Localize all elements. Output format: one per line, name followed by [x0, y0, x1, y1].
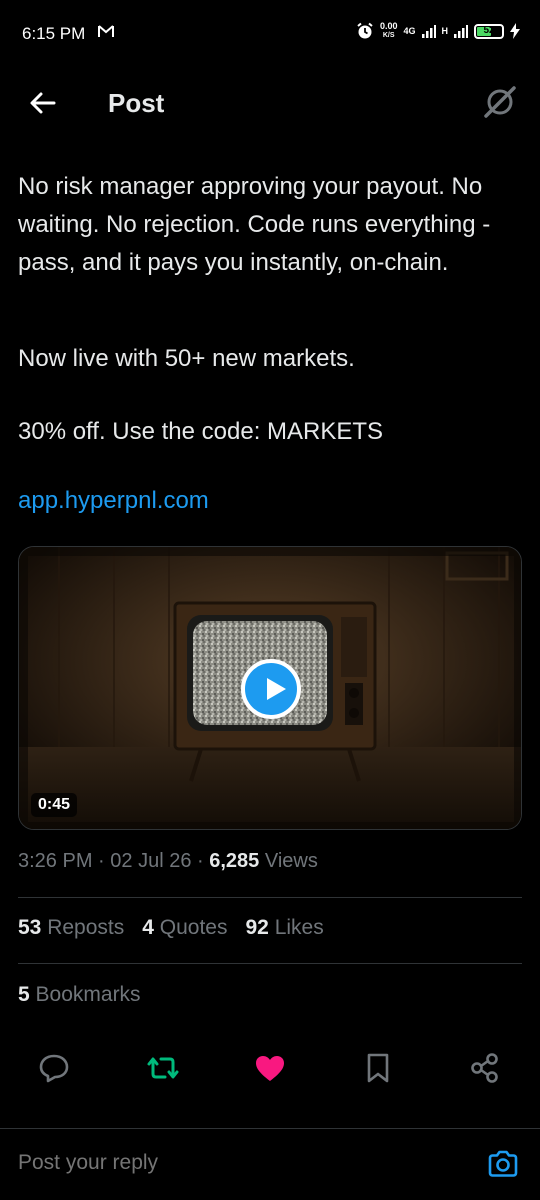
views-label: Views: [264, 850, 318, 872]
reply-icon[interactable]: [36, 1050, 72, 1086]
separator: ·: [197, 850, 210, 872]
divider: [18, 897, 522, 898]
engagement-stats: 53 Reposts 4 Quotes 92 Likes: [18, 916, 324, 940]
post-text-paragraph: 30% off. Use the code: MARKETS: [18, 418, 384, 445]
play-button[interactable]: [241, 659, 301, 719]
status-right: 0.00 K/S 4G H 52: [356, 22, 520, 40]
network-speed: 0.00 K/S: [379, 21, 398, 40]
divider: [18, 963, 522, 964]
quotes-stat[interactable]: 4 Quotes: [142, 916, 227, 940]
views-count: 6,285: [209, 850, 260, 872]
post-meta: 3:26 PM · 02 Jul 26 · 6,285 Views: [18, 850, 318, 873]
reposts-stat[interactable]: 53 Reposts: [18, 916, 124, 940]
battery-icon: 52: [474, 23, 504, 39]
post-date: 02 Jul 26: [110, 850, 192, 872]
alarm-icon: [357, 22, 373, 39]
status-bar: 6:15 PM 0.00 K/S 4G H 52: [0, 0, 540, 70]
page-title: Post: [108, 88, 165, 118]
share-icon[interactable]: [467, 1050, 503, 1086]
bookmark-icon[interactable]: [360, 1050, 396, 1086]
charging-icon: [510, 23, 520, 39]
network-h-label: H: [441, 26, 449, 36]
separator: ·: [98, 850, 111, 872]
post-text-paragraph: No risk manager approving your payout. N…: [18, 173, 491, 276]
camera-icon[interactable]: [486, 1147, 520, 1181]
bookmarks-stat[interactable]: 5 Bookmarks: [18, 983, 141, 1007]
post-link[interactable]: app.hyperpnl.com: [18, 482, 209, 520]
repost-icon[interactable]: [145, 1050, 181, 1086]
likes-stat[interactable]: 92 Likes: [246, 916, 324, 940]
status-time: 6:15 PM: [22, 24, 86, 43]
grok-icon[interactable]: [482, 84, 518, 120]
top-bar: Post: [0, 72, 540, 138]
post-text-paragraph: Now live with 50+ new markets.: [18, 345, 355, 372]
reply-bar: [0, 1128, 540, 1200]
reply-input[interactable]: [18, 1151, 438, 1175]
signal-icon-2: [454, 25, 468, 38]
video-player[interactable]: 0:45: [18, 546, 522, 830]
mail-icon: [98, 25, 114, 37]
back-arrow-icon[interactable]: [26, 86, 60, 120]
network-4g-label: 4G: [403, 26, 416, 36]
action-bar: [0, 1050, 540, 1090]
video-duration: 0:45: [31, 793, 78, 817]
signal-icon: [421, 25, 436, 38]
post-time: 3:26 PM: [18, 850, 93, 872]
like-icon[interactable]: [252, 1050, 288, 1086]
